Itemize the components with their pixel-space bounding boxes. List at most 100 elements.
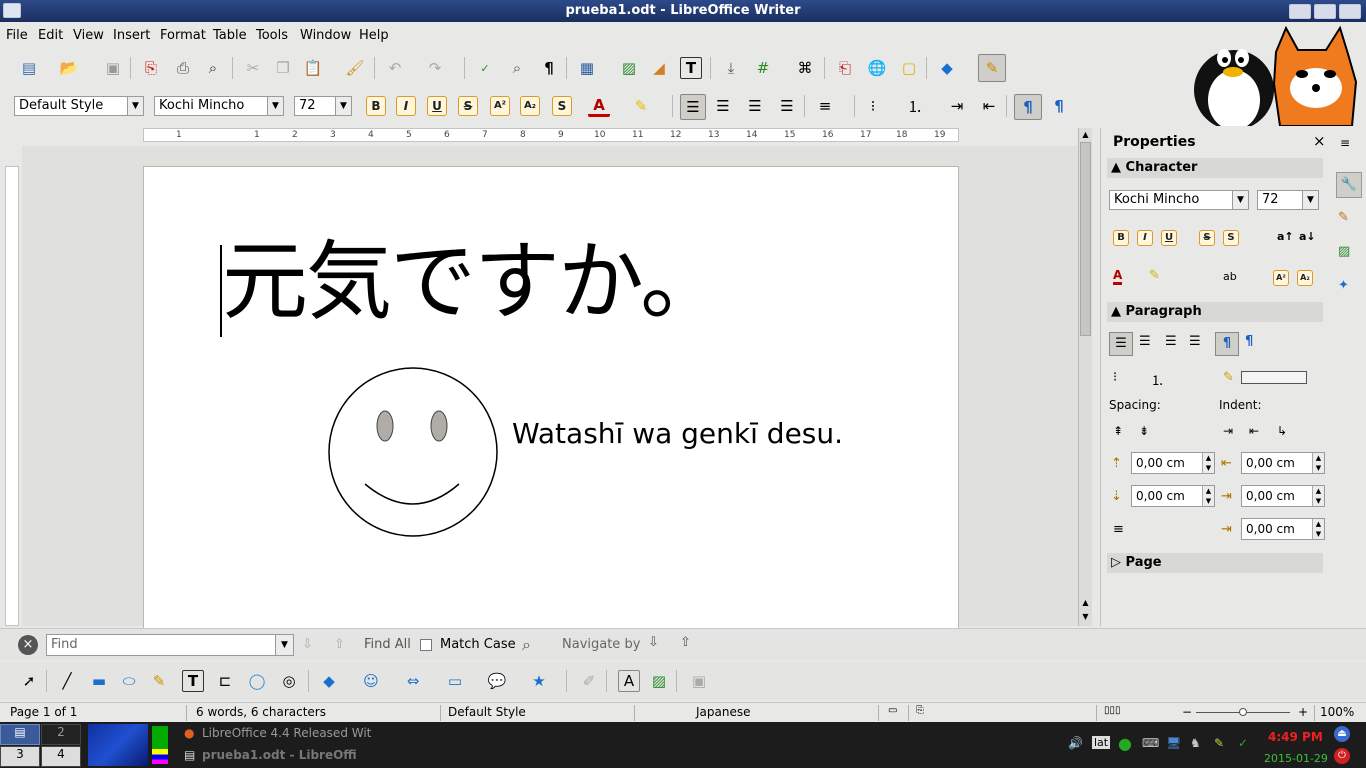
bullets-icon[interactable]: ⁝: [862, 95, 884, 117]
menu-view[interactable]: View: [73, 28, 104, 43]
paragraph-style-combo[interactable]: Default Style ▼: [14, 96, 144, 116]
sidebar-align-left-icon[interactable]: ☰: [1109, 332, 1133, 356]
sidebar-shadow-icon[interactable]: S: [1223, 230, 1239, 246]
scroll-up-icon[interactable]: ▲: [1080, 598, 1091, 608]
sidebar-italic-icon[interactable]: I: [1137, 230, 1153, 246]
navigator-tab-icon[interactable]: ✦: [1338, 278, 1349, 293]
copy-icon[interactable]: ❐: [272, 57, 294, 79]
find-previous-icon[interactable]: ⇧: [334, 637, 345, 652]
decrease-indent-icon[interactable]: ⇤: [978, 95, 1000, 117]
shrink-font-icon[interactable]: a↓: [1299, 230, 1316, 243]
updates-icon[interactable]: ✓: [1238, 736, 1248, 750]
close-find-icon[interactable]: ×: [18, 635, 38, 655]
styles-tab-icon[interactable]: ✎: [1338, 210, 1349, 225]
page-count[interactable]: Page 1 of 1: [10, 705, 77, 719]
paragraph-section-header[interactable]: ▲ Paragraph: [1107, 302, 1323, 322]
notes-icon[interactable]: ✎: [1214, 736, 1224, 750]
increase-indent-icon[interactable]: ⇥: [946, 95, 968, 117]
extrusion-icon[interactable]: ▣: [688, 670, 710, 692]
volume-icon[interactable]: 🔊: [1068, 736, 1083, 750]
sidebar-right-to-left-icon[interactable]: ¶: [1245, 334, 1253, 349]
sidebar-left-to-right-icon[interactable]: ¶: [1215, 332, 1239, 356]
align-right-icon[interactable]: ☰: [744, 95, 766, 117]
sidebar-justify-icon[interactable]: ☰: [1189, 334, 1201, 349]
rectangle-tool-icon[interactable]: ▬: [88, 670, 110, 692]
sidebar-font-size-combo[interactable]: 72 ▼: [1257, 190, 1319, 210]
menu-file[interactable]: File: [6, 28, 28, 43]
grow-font-icon[interactable]: a↑: [1277, 230, 1294, 243]
insert-special-character-icon[interactable]: ⌘: [794, 57, 816, 79]
insert-page-break-icon[interactable]: ⤓: [720, 57, 742, 79]
cut-icon[interactable]: ✂: [242, 57, 264, 79]
chevron-down-icon[interactable]: ▼: [267, 97, 283, 115]
document-scrollbar[interactable]: ▲ ▲ ▼: [1078, 128, 1092, 626]
document-modified-icon[interactable]: ⎘: [916, 705, 924, 716]
zoom-slider-handle[interactable]: [1239, 708, 1247, 716]
connector-tool-icon[interactable]: ⊏: [214, 670, 236, 692]
ellipse-tool-icon[interactable]: ⬭: [118, 670, 140, 692]
italic-icon[interactable]: I: [396, 96, 416, 116]
display-icon[interactable]: 🖥: [1166, 736, 1181, 750]
background-color-swatch[interactable]: [1241, 371, 1307, 384]
keyboard-layout-indicator[interactable]: lat: [1092, 736, 1111, 749]
spin-up-icon[interactable]: ▲: [1202, 486, 1214, 496]
font-name-combo[interactable]: Kochi Mincho ▼: [154, 96, 284, 116]
first-line-indent-field[interactable]: 0,00 cm ▲ ▼: [1241, 518, 1325, 540]
flowchart-icon[interactable]: ▭: [444, 670, 466, 692]
insert-text-box-icon[interactable]: T: [680, 57, 702, 79]
freeform-line-icon[interactable]: ✎: [148, 670, 170, 692]
save-icon[interactable]: ▣: [102, 57, 124, 79]
show-draw-functions-icon[interactable]: ✎: [978, 54, 1006, 82]
sidebar-underline-icon[interactable]: U: [1161, 230, 1177, 246]
line-spacing-icon[interactable]: ≡: [814, 95, 836, 117]
workspace-1[interactable]: 1▤: [0, 724, 40, 745]
window-menu-icon[interactable]: [3, 3, 21, 18]
block-arrows-icon[interactable]: ⇔: [402, 670, 424, 692]
horizontal-ruler[interactable]: 1 1 2 3 4 5 6 7 8 9 10 11 12 13 14 15 16…: [143, 128, 959, 142]
power-icon[interactable]: ⏻: [1334, 748, 1350, 764]
hanging-indent-icon[interactable]: ↳: [1277, 424, 1287, 438]
superscript-icon[interactable]: A²: [490, 96, 510, 116]
chevron-down-icon[interactable]: ▼: [127, 97, 143, 115]
sidebar-superscript-icon[interactable]: A²: [1273, 270, 1289, 286]
menu-window[interactable]: Window: [300, 28, 351, 43]
match-case-checkbox[interactable]: [420, 639, 432, 651]
maximize-button[interactable]: [1314, 4, 1336, 19]
sidebar-bullets-icon[interactable]: ⁝: [1113, 370, 1117, 385]
insert-footnote-icon[interactable]: ⎗: [834, 57, 856, 79]
formatting-marks-icon[interactable]: ¶: [538, 57, 560, 79]
bold-icon[interactable]: B: [366, 96, 386, 116]
usb-icon[interactable]: ♞: [1190, 736, 1201, 750]
menu-help[interactable]: Help: [359, 28, 389, 43]
character-spacing-icon[interactable]: ab: [1223, 270, 1237, 283]
word-count[interactable]: 6 words, 6 characters: [196, 705, 326, 719]
sidebar-font-color-icon[interactable]: A: [1113, 268, 1123, 285]
sidebar-align-right-icon[interactable]: ☰: [1165, 334, 1177, 349]
print-icon[interactable]: ⎙: [172, 57, 194, 79]
sidebar-line-spacing-icon[interactable]: ≡: [1113, 522, 1124, 537]
spin-down-icon[interactable]: ▼: [1312, 529, 1324, 539]
sidebar-strikethrough-icon[interactable]: S: [1199, 230, 1215, 246]
workspace-3[interactable]: 3: [0, 746, 40, 767]
logout-icon[interactable]: ⏏: [1334, 726, 1350, 742]
chevron-down-icon[interactable]: ▼: [275, 635, 293, 655]
zoom-level[interactable]: 100%: [1320, 705, 1354, 719]
spin-up-icon[interactable]: ▲: [1312, 453, 1324, 463]
smiley-face-drawing[interactable]: [327, 364, 501, 544]
after-indent-field[interactable]: 0,00 cm ▲ ▼: [1241, 485, 1325, 507]
workspace-4[interactable]: 4: [41, 746, 81, 767]
line-tool-icon[interactable]: ╱: [56, 670, 78, 692]
taskbar-task-writer[interactable]: prueba1.odt - LibreOffi: [202, 748, 378, 762]
page-section-header[interactable]: ▷ Page: [1107, 553, 1323, 573]
highlighting-icon[interactable]: ✎: [630, 95, 652, 117]
above-spacing-field[interactable]: 0,00 cm ▲ ▼: [1131, 452, 1215, 474]
open-folder-icon[interactable]: 📂: [58, 57, 80, 79]
scroll-down-icon[interactable]: ▼: [1080, 612, 1091, 622]
left-to-right-icon[interactable]: ¶: [1014, 94, 1042, 120]
menu-tools[interactable]: Tools: [256, 28, 288, 43]
text-box-tool-icon[interactable]: T: [182, 670, 204, 692]
clock-date[interactable]: 2015-01-29: [1264, 752, 1328, 765]
chevron-down-icon[interactable]: ▼: [1232, 191, 1248, 209]
clone-formatting-icon[interactable]: 🖌: [344, 57, 366, 79]
basic-shapes-icon[interactable]: ◆: [936, 57, 958, 79]
